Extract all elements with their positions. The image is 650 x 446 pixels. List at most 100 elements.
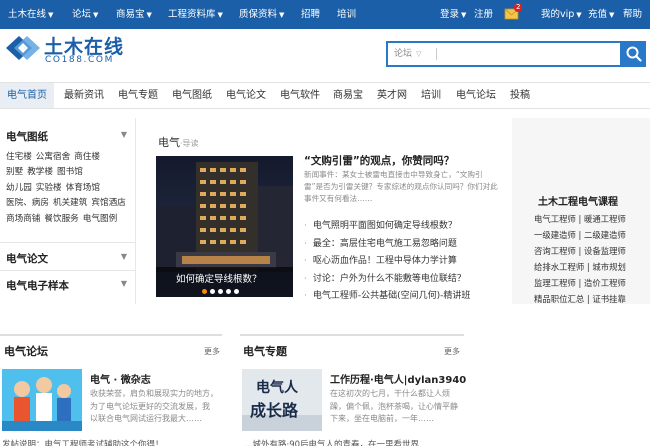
forum-link-cut[interactable]: 发帖说明：电气工程师考试辅助这个你得！ [2, 438, 164, 446]
sidebar-link[interactable]: 餐饮服务 [44, 214, 78, 224]
search-scope-select[interactable]: 论坛 ▽ [394, 43, 421, 65]
sidebar-link[interactable]: 宾馆酒店 [91, 198, 125, 208]
sidebar-heading-drawings[interactable]: 电气图纸 [6, 129, 48, 144]
sidebar-link[interactable]: 教学楼 [27, 167, 53, 177]
topics-link-cut[interactable]: …城外有路·90后电气人的青春，在一里看世界 [244, 438, 419, 446]
topbar-shangyibao[interactable]: 商易宝 ▼ [116, 0, 152, 29]
register-link[interactable]: 注册 [474, 0, 493, 29]
top-bar: 土木在线 ▼ 论坛 ▼ 商易宝 ▼ 工程资料库 ▼ 质保资料 ▼ 招聘 培训 登录 ▼ 注册… [0, 0, 650, 29]
sidebar-link[interactable]: 住宅楼 [6, 152, 32, 162]
article-link[interactable]: 呕心沥血作品！工程中导体力学计算 [304, 253, 504, 271]
topics-more-link[interactable]: 更多 [444, 346, 460, 357]
tab-forum[interactable]: 电气论坛 [456, 83, 496, 108]
tab-submit[interactable]: 投稿 [510, 83, 530, 108]
course-panel: 土木工程电气课程 电气工程师 | 暖通工程师 一级建造师 | 二级建造师 咨询工… [512, 118, 650, 304]
forum-more-link[interactable]: 更多 [204, 346, 220, 357]
forum-item-desc: 收获荣誉，肩负和展现实力的地方， 为了电气论坛更好的交流发展，我 以联合电气网试… [90, 388, 220, 426]
feature-caption[interactable]: 如何确定导线根数？ [176, 271, 262, 285]
course-link[interactable]: 电气工程师 | 暖通工程师 [534, 213, 650, 225]
sidebar-link[interactable]: 商场商铺 [6, 214, 40, 224]
sidebar-link[interactable]: 机关建筑 [53, 198, 87, 208]
sidebar-heading-samples[interactable]: 电气电子样本 [6, 278, 69, 293]
my-vip-link[interactable]: 我的vip ▼ [541, 0, 582, 29]
sidebar-link[interactable]: 幼儿园 [6, 183, 32, 193]
topbar-library[interactable]: 工程资料库 ▼ [168, 0, 223, 29]
forum-panel-title[interactable]: 电气论坛 [4, 343, 48, 359]
forum-item-title[interactable]: 电气 · 微杂志 [90, 371, 151, 386]
sidebar-link[interactable]: 图书馆 [57, 167, 83, 177]
tab-papers[interactable]: 电气论文 [226, 83, 266, 108]
search-button[interactable] [622, 41, 646, 67]
tab-news[interactable]: 最新资讯 [64, 83, 104, 108]
slide-dot[interactable] [234, 289, 239, 294]
message-icon[interactable]: 2 [504, 0, 523, 29]
tab-talent[interactable]: 英才网 [377, 83, 407, 108]
search-icon [626, 46, 642, 62]
course-link[interactable]: 给排水工程师 | 城市规划 [534, 261, 650, 273]
chevron-down-icon[interactable]: ▼ [121, 252, 127, 261]
sidebar-link[interactable]: 医院、病房 [6, 198, 49, 208]
topbar-jobs[interactable]: 招聘 [301, 0, 320, 29]
slide-dot[interactable] [226, 289, 231, 294]
desc-line: 收获荣誉，肩负和展现实力的地方， [90, 389, 218, 398]
topics-panel-title[interactable]: 电气专题 [243, 343, 287, 359]
section-title: 电气·导读 [158, 136, 199, 149]
sidebar-link[interactable]: 商住楼 [74, 152, 100, 162]
topics-thumbnail[interactable]: 电气人 成长路 [242, 369, 322, 431]
sidebar-link[interactable]: 实验楼 [36, 183, 62, 193]
desc-line: 为了电气论坛更好的交流发展，我 [90, 401, 210, 411]
sidebar-heading-papers[interactable]: 电气论文 [6, 251, 48, 266]
article-link[interactable]: 最全：高层住宅电气施工易忽略问题 [304, 236, 504, 254]
search-input[interactable] [440, 43, 616, 65]
tab-software[interactable]: 电气软件 [280, 83, 320, 108]
search-divider [436, 48, 437, 60]
left-sidebar: 电气图纸 ▼ 住宅楼 公寓宿舍 商住楼 别墅 教学楼 图书馆 幼儿园 实验楼 体育场馆 医院… [0, 118, 136, 304]
sidebar-link[interactable]: 别墅 [6, 167, 23, 177]
sidebar-link[interactable]: 体育场馆 [66, 183, 100, 193]
course-panel-title: 土木工程电气课程 [538, 197, 618, 208]
slide-dot[interactable] [210, 289, 215, 294]
lead-article-title[interactable]: “文购引雷”的观点，你赞同吗？ [304, 153, 454, 168]
topbar-training[interactable]: 培训 [337, 0, 356, 29]
course-link[interactable]: 咨询工程师 | 设备监理师 [534, 245, 650, 257]
chevron-down-icon[interactable]: ▼ [121, 130, 127, 139]
forum-thumbnail[interactable] [2, 369, 82, 431]
logo-mark-icon [6, 36, 40, 60]
logo-domain: CO188.COM [45, 55, 114, 65]
tab-topics[interactable]: 电气专题 [118, 83, 158, 108]
course-link[interactable]: 监理工程师 | 造价工程师 [534, 277, 650, 289]
main-nav: 电气首页 最新资讯 电气专题 电气图纸 电气论文 电气软件 商易宝 英才网 培训… [0, 82, 650, 109]
tab-training[interactable]: 培训 [421, 83, 441, 108]
people-illustration-icon [2, 369, 82, 431]
desc-line: 躁，偏个佩，泡杯茶喝，让心情平静 [330, 401, 458, 411]
panel-divider [240, 334, 464, 336]
topics-item-desc: 在这初次的七月，干什么都让人烦 躁，偏个佩，泡杯茶喝，让心情平静 下来，坐在电脑… [330, 388, 464, 426]
feature-caption-bar: 如何确定导线根数？ [156, 267, 293, 297]
topbar-forum[interactable]: 论坛 ▼ [72, 0, 98, 29]
thumb-text-2: 成长路 [250, 401, 299, 420]
topbar-quality[interactable]: 质保资料 ▼ [239, 0, 284, 29]
tab-drawings[interactable]: 电气图纸 [172, 83, 212, 108]
slide-dot[interactable] [202, 289, 207, 294]
search-box: 论坛 ▽ [386, 41, 622, 67]
login-link[interactable]: 登录 ▼ [440, 0, 466, 29]
article-link[interactable]: 电气照明平面图如何确定导线根数？ [304, 218, 504, 236]
recharge-link[interactable]: 充值 ▼ [588, 0, 614, 29]
course-link[interactable]: 一级建造师 | 二级建造师 [534, 229, 650, 241]
chevron-down-icon[interactable]: ▼ [121, 279, 127, 288]
section-subtitle: ·导读 [180, 139, 199, 148]
article-link[interactable]: 电气工程师-公共基础(空间几何)-精讲班 [304, 288, 504, 306]
sidebar-divider [0, 242, 136, 243]
help-link[interactable]: 帮助 [623, 0, 642, 29]
tab-shangyibao[interactable]: 商易宝 [333, 83, 363, 108]
site-logo[interactable]: 土木在线 CO188.COM [4, 31, 134, 67]
sidebar-link[interactable]: 电气图例 [83, 214, 117, 224]
article-link[interactable]: 讨论：户外为什么不能敷等电位联结？ [304, 271, 504, 289]
topics-item-title[interactable]: 工作历程·电气人|dylan3940 [330, 371, 466, 386]
sidebar-link[interactable]: 公寓宿舍 [36, 152, 70, 162]
tab-home[interactable]: 电气首页 [0, 83, 54, 108]
slide-dot[interactable] [218, 289, 223, 294]
topbar-home[interactable]: 土木在线 ▼ [8, 0, 53, 29]
course-link[interactable]: 精品职位汇总 | 证书挂靠 [534, 293, 650, 305]
feature-slideshow[interactable]: 如何确定导线根数？ [156, 156, 293, 297]
